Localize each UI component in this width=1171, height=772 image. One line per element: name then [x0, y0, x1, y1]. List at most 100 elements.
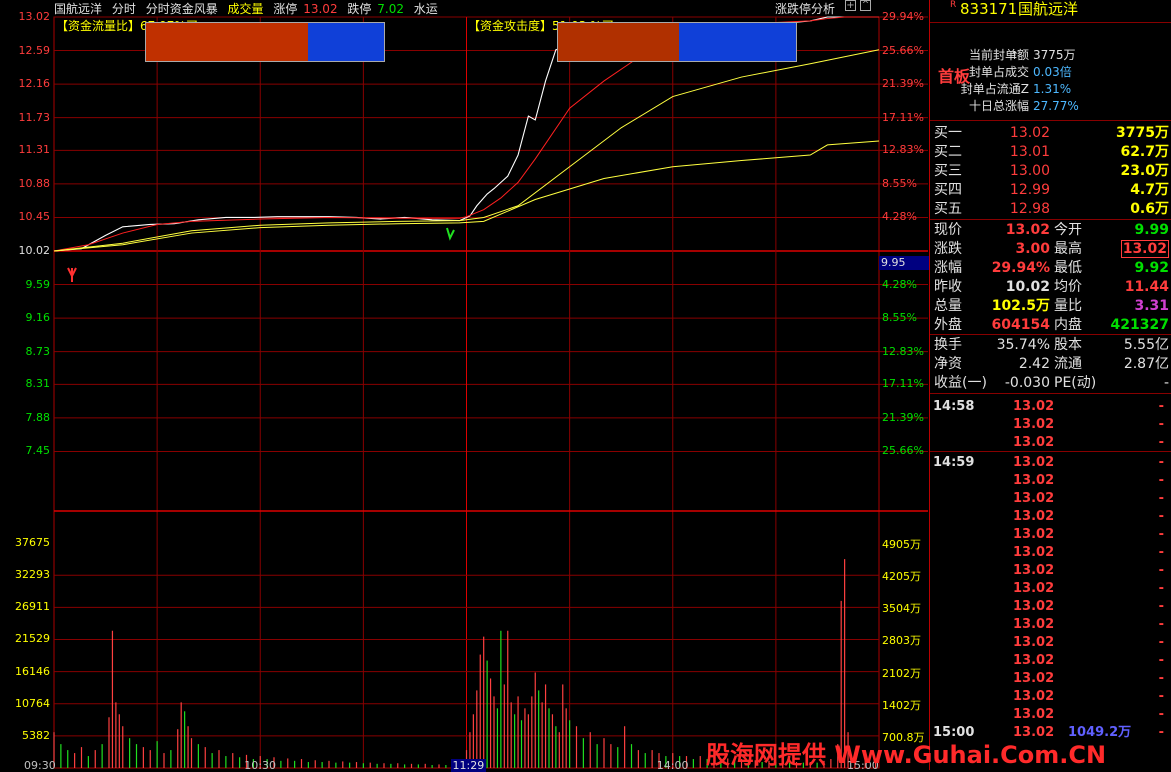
attack-label: 【资金攻击度】 — [468, 19, 553, 33]
quote-value: - — [1158, 399, 1164, 414]
menu-volume[interactable]: 成交量 — [228, 2, 264, 16]
tick-row[interactable]: 13.02 - — [930, 489, 1171, 508]
quote-value: - — [1158, 455, 1164, 470]
quote-text: 股本 — [1054, 337, 1082, 353]
volume-tick-label: 5382 — [22, 728, 50, 742]
stock-title: 国航远洋 — [1018, 0, 1079, 18]
watermark-text: 股海网提供 Www.Guhai.Com.CN — [706, 741, 1107, 769]
intraday-chart[interactable]: 国航远洋 分时 分时资金风暴 成交量 涨停 13.02 跌停 7.02 水运 涨… — [0, 0, 929, 772]
tick-row[interactable]: 13.02 - — [930, 669, 1171, 688]
quote-text: 今开 — [1054, 222, 1082, 238]
quote-value: 3775万 — [1116, 125, 1169, 141]
tick-row[interactable]: 13.02 - — [930, 597, 1171, 616]
tick-row[interactable]: 14:59 13.02 - — [930, 453, 1171, 472]
tick-row[interactable]: 13.02 - — [930, 471, 1171, 490]
price-tick-label: 10.02 — [18, 244, 51, 257]
price-tick-label: 10.45 — [18, 210, 51, 224]
quote-text: 13.02 — [1013, 617, 1055, 632]
order-book-row: 买二 13.01 62.7万 — [930, 143, 1171, 162]
tick-row[interactable]: 14:58 13.02 - — [930, 397, 1171, 416]
quote-value: 13.02 — [1009, 125, 1050, 141]
quote-value: - — [1158, 599, 1164, 614]
tick-row[interactable]: 13.02 - — [930, 525, 1171, 544]
quote-text: 13.02 — [1013, 653, 1055, 668]
quote-text: 净资 — [934, 356, 962, 372]
volume-tick-label: 37675 — [15, 536, 50, 550]
quote-value: - — [1158, 509, 1164, 524]
limit-up-value: 13.02 — [303, 2, 338, 16]
quote-value: - — [1158, 635, 1164, 650]
quote-text: 内盘 — [1054, 317, 1082, 333]
tick-row[interactable]: 13.02 - — [930, 507, 1171, 526]
chart-canvas[interactable] — [0, 0, 928, 770]
limit-analysis-link[interactable]: 涨跌停分析 — [775, 0, 835, 17]
tick-row[interactable]: 13.02 - — [930, 579, 1171, 598]
quote-value: 604154 — [991, 317, 1050, 333]
tick-row[interactable]: 13.02 - — [930, 615, 1171, 634]
time-tick-label: 14:00 — [656, 759, 689, 772]
amount-tick-label: 2803万 — [882, 634, 921, 648]
quote-text: 最高 — [1054, 241, 1082, 257]
quote-text: 买五 — [934, 201, 962, 217]
chart-topbar: 国航远洋 分时 分时资金风暴 成交量 涨停 13.02 跌停 7.02 水运 — [54, 0, 444, 16]
quote-text: 13.02 — [1013, 581, 1055, 596]
stat-row: 昨收 10.02 均价 11.44 — [930, 278, 1171, 297]
quote-value: 9.92 — [1134, 260, 1169, 276]
quote-value: 421327 — [1110, 317, 1169, 333]
tick-row[interactable]: 13.02 - — [930, 543, 1171, 562]
menu-fenshi[interactable]: 分时 — [112, 2, 136, 16]
pct-tick-label: 8.55% — [882, 176, 917, 190]
pct-tick-label: 17.11% — [882, 110, 924, 124]
quote-value: -0.030 — [1004, 375, 1050, 391]
volume-tick-label: 10764 — [15, 696, 50, 710]
quote-value: 102.5万 — [991, 298, 1050, 314]
tick-row[interactable]: 13.02 - — [930, 561, 1171, 580]
price-tick-label: 9.59 — [25, 277, 51, 291]
quote-text: 13.02 — [1013, 399, 1055, 414]
quote-value: 5.55亿 — [1123, 337, 1169, 353]
menu-fund-storm[interactable]: 分时资金风暴 — [146, 2, 218, 16]
stat2-row: 换手 35.74% 股本 5.55亿 — [930, 336, 1171, 355]
quote-value: 3.31 — [1134, 298, 1169, 314]
quote-value: 13.02 — [1005, 222, 1050, 238]
quote-value: 11.44 — [1124, 279, 1169, 295]
limit-down-value: 7.02 — [377, 2, 404, 16]
quote-value: 0.6万 — [1130, 201, 1169, 217]
tick-row[interactable]: 13.02 - — [930, 633, 1171, 652]
quote-value: - — [1158, 653, 1164, 668]
stat-row: 涨跌 3.00 最高 13.02 — [930, 240, 1171, 259]
zoom-in-icon[interactable]: + — [845, 0, 856, 11]
quote-text: 13.02 — [1013, 455, 1055, 470]
quote-value: - — [1158, 617, 1164, 632]
tick-row[interactable]: 13.02 - — [930, 705, 1171, 724]
price-tick-label: 12.59 — [18, 43, 51, 57]
flow-ratio-bar — [145, 22, 385, 62]
pct-tick-label: 21.39% — [882, 77, 924, 91]
sell-arrow-icon — [446, 227, 455, 241]
quote-text: 13.02 — [1013, 599, 1055, 614]
quote-text: 均价 — [1054, 279, 1082, 295]
quote-text: 13.02 — [1013, 545, 1055, 560]
volume-tick-label: 32293 — [15, 568, 50, 582]
amount-tick-label: 4905万 — [882, 538, 921, 552]
quote-text: 外盘 — [934, 317, 962, 333]
tick-row[interactable]: 13.02 - — [930, 415, 1171, 434]
quote-text: 13.02 — [1013, 527, 1055, 542]
quote-value: 29.94% — [991, 260, 1050, 276]
tick-row[interactable]: 13.02 - — [930, 433, 1171, 452]
volume-tick-label: 21529 — [15, 632, 50, 646]
time-tick-label: 09:30 — [24, 759, 56, 772]
tick-row[interactable]: 13.02 - — [930, 687, 1171, 706]
quote-value: - — [1158, 473, 1164, 488]
limit-down-label: 跌停 — [347, 2, 372, 16]
pct-tick-label: 21.39% — [882, 410, 924, 424]
r-icon: R — [950, 0, 957, 10]
quote-text: 涨幅 — [934, 260, 962, 276]
quote-value: 12.98 — [1009, 201, 1050, 217]
limit-up-label: 涨停 — [273, 2, 298, 16]
collapse-icon[interactable]: ^ — [860, 0, 871, 11]
tick-row[interactable]: 13.02 - — [930, 651, 1171, 670]
quote-value: 9.99 — [1134, 222, 1169, 238]
quote-text: 13.02 — [1013, 563, 1055, 578]
industry-label: 水运 — [413, 2, 438, 16]
